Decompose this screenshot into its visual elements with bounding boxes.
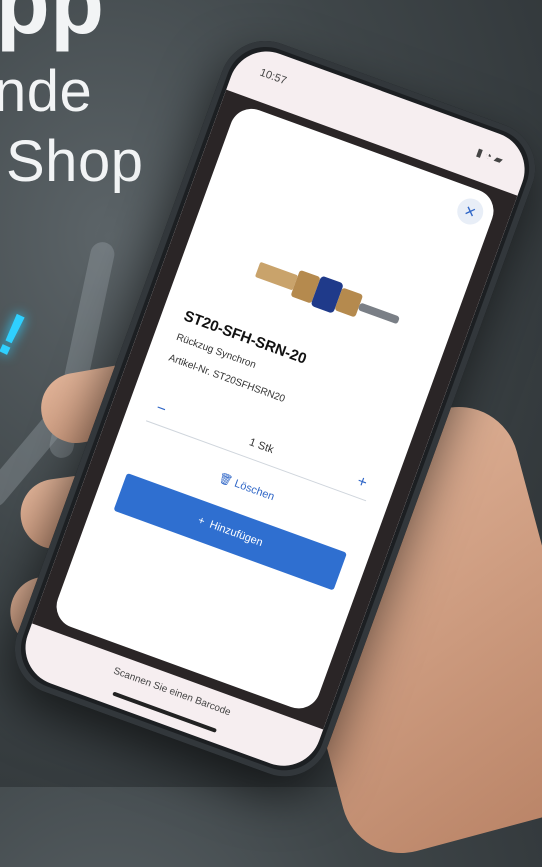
status-time: 10:57	[258, 66, 289, 88]
product-image	[255, 262, 400, 324]
close-icon[interactable]: ✕	[453, 194, 487, 229]
status-icons: ▮ ◔ ▰	[474, 146, 505, 168]
plus-icon: +	[196, 514, 207, 528]
delete-label: Löschen	[232, 477, 276, 504]
trash-icon: 🗑	[216, 471, 234, 488]
headline-line-1: pp	[0, 0, 105, 52]
decrease-quantity-button[interactable]: −	[148, 398, 173, 422]
exclamation-glow-icon: !	[0, 299, 36, 370]
increase-quantity-button[interactable]: +	[349, 471, 374, 495]
add-label: Hinzufügen	[207, 518, 265, 550]
add-button[interactable]: + Hinzufügen	[113, 472, 348, 591]
headline-line-2: nde	[0, 59, 93, 124]
quantity-value[interactable]: 1 Stk	[248, 436, 276, 456]
headline-line-3: Shop	[6, 129, 144, 194]
